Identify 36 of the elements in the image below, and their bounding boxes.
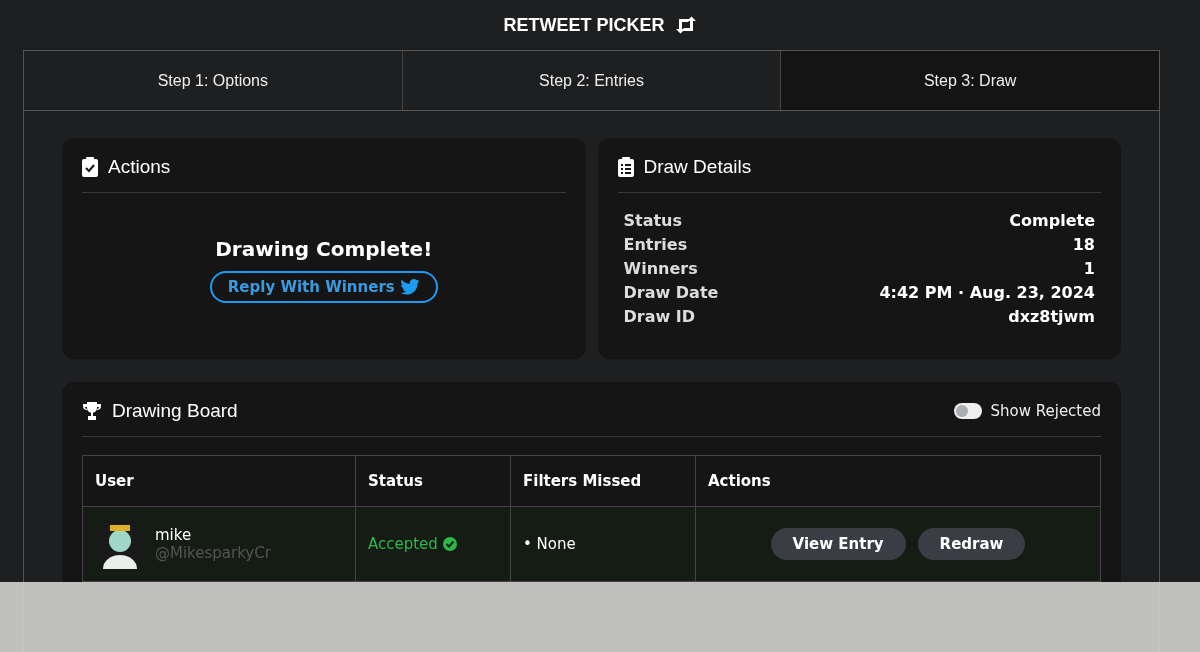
column-header: Actions: [695, 455, 1101, 507]
detail-value: dxz8tjwm: [1008, 307, 1095, 326]
clipboard-check-icon: [82, 157, 98, 177]
detail-label: Draw Date: [623, 283, 719, 302]
user-handle: @MikesparkyCr: [155, 544, 271, 562]
status-text: Accepted: [368, 535, 457, 553]
row-action-button[interactable]: View Entry: [770, 528, 906, 560]
row-action-button[interactable]: Redraw: [917, 528, 1026, 560]
detail-label: Status: [623, 211, 683, 230]
detail-label: Winners: [623, 259, 698, 278]
user-name: mike: [155, 526, 193, 544]
card-title: Actions: [108, 156, 171, 178]
toggle-switch[interactable]: [953, 403, 982, 419]
page-title: RETWEET PICKER: [503, 14, 665, 36]
column-header: Filters Missed: [510, 455, 696, 507]
detail-value: 1: [1083, 259, 1095, 278]
column-header: Status: [355, 455, 511, 507]
detail-value: 4:42 PM · Aug. 23, 2024: [879, 283, 1095, 302]
retweet-icon: [674, 16, 697, 34]
detail-value: Complete: [1009, 211, 1095, 230]
check-circle-icon: [442, 537, 457, 551]
trophy-icon: [82, 402, 102, 420]
avatar: [95, 519, 145, 569]
column-header: User: [82, 455, 356, 507]
detail-label: Entries: [623, 235, 688, 254]
reply-button[interactable]: Reply With Winners: [209, 271, 438, 303]
clipboard-list-icon: [617, 157, 634, 177]
card-title: Drawing Board: [112, 400, 238, 422]
detail-value: 18: [1072, 235, 1095, 254]
card-title: Draw Details: [643, 156, 752, 178]
toggle-label: Show Rejected: [990, 402, 1101, 420]
step-tab[interactable]: Step 3: Draw: [781, 51, 1159, 110]
status-message: Drawing Complete!: [215, 237, 433, 261]
bird-icon: [399, 279, 420, 295]
detail-label: Draw ID: [623, 307, 696, 326]
table-cell: • None: [523, 535, 576, 553]
